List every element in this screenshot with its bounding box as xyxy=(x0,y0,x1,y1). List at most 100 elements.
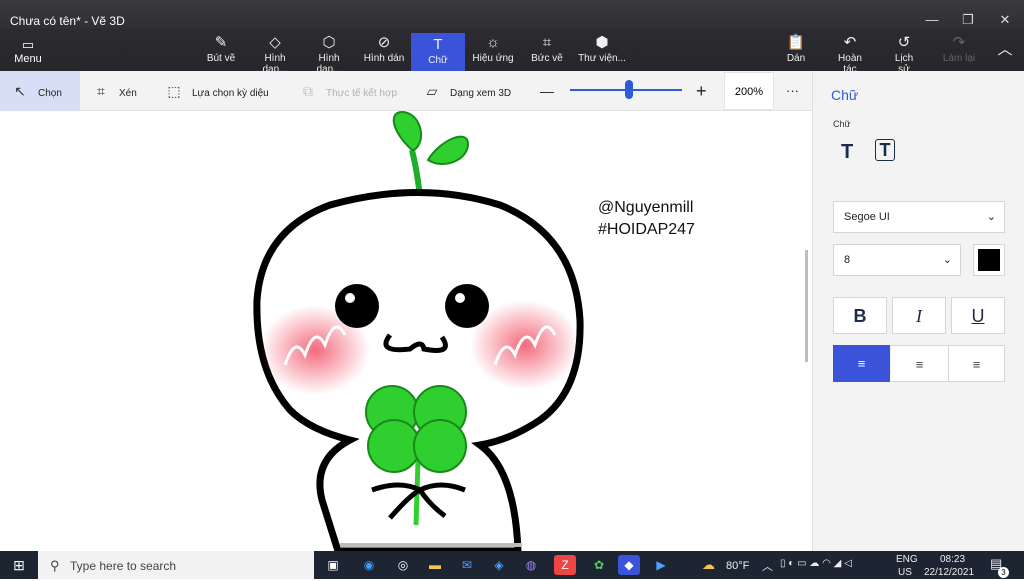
search-placeholder: Type here to search xyxy=(70,559,177,573)
font-dropdown[interactable]: Segoe UI ⌄ xyxy=(833,201,1005,233)
app-icon[interactable]: ◎ xyxy=(392,555,414,575)
canvas-icon: ⌗ xyxy=(542,34,552,51)
crop-icon: ⌗ xyxy=(97,83,105,99)
zoom-app-icon[interactable]: ▶ xyxy=(650,555,672,575)
toolbar: ↖ Chọn ⌗ Xén ⬚ Lựa chọn kỳ diệu ⧉ Thực tế kế… xyxy=(0,71,812,111)
size-dropdown[interactable]: 8 ⌄ xyxy=(833,244,961,276)
tray-icons[interactable]: ▯ ◐ ▭ ☁ ◠ ◢ ◁ xyxy=(780,558,852,569)
italic-button[interactable]: I xyxy=(892,297,946,334)
clock-time[interactable]: 08:23 xyxy=(940,554,965,565)
panel-subtitle: Chữ xyxy=(833,119,851,129)
clock-date[interactable]: 22/12/2021 xyxy=(924,567,974,578)
color-swatch xyxy=(978,249,1000,271)
text-tab[interactable]: T Chữ xyxy=(411,33,465,71)
zoom-out-button[interactable]: — xyxy=(540,71,554,111)
close-button[interactable]: ✕ xyxy=(995,10,1015,30)
minimize-button[interactable]: — xyxy=(922,10,942,30)
view-3d-icon: ▱ xyxy=(426,83,438,99)
taskbar: ⊞ ⚲ Type here to search ▣ ◉ ◎ ▬ ✉ ◈ ◍ Z … xyxy=(0,551,1024,579)
2d-text-button[interactable]: T xyxy=(841,141,853,164)
redo-button[interactable]: ↷ Làm lại xyxy=(942,31,976,71)
horizontal-scrollbar[interactable] xyxy=(340,543,522,547)
align-left-button[interactable]: ≡ xyxy=(833,345,890,382)
minus-icon: — xyxy=(540,83,554,99)
3d-library-tab[interactable]: ⬢ Thư viện... xyxy=(578,31,626,71)
zoom-slider-thumb[interactable] xyxy=(625,80,634,99)
canvas-tab[interactable]: ⌗ Bức vẽ xyxy=(530,31,564,71)
region-label[interactable]: US xyxy=(898,567,912,578)
align-right-button[interactable]: ≡ xyxy=(948,345,1005,382)
ellipsis-icon: ··· xyxy=(786,83,799,98)
temperature[interactable]: 80°F xyxy=(726,560,749,572)
weather-icon[interactable]: ☁ xyxy=(702,557,715,573)
magic-select-tool[interactable]: ⬚ Lựa chọn kỳ diệu xyxy=(166,71,276,111)
bold-button[interactable]: B xyxy=(833,297,887,334)
redo-icon: ↷ xyxy=(952,34,966,51)
tab-label: Hình dán xyxy=(363,53,405,64)
cursor-icon: ↖ xyxy=(14,83,26,99)
tab-label: Thư viện... xyxy=(578,53,626,64)
language-label[interactable]: ENG xyxy=(896,554,918,565)
tool-label: Lựa chọn kỳ diệu xyxy=(192,88,269,99)
vertical-scrollbar[interactable] xyxy=(805,250,808,362)
mixed-reality-tool[interactable]: ⧉ Thực tế kết hợp xyxy=(300,71,410,111)
messenger-icon[interactable]: ◍ xyxy=(520,555,542,575)
windows-start-icon[interactable]: ⊞ xyxy=(8,555,30,575)
align-right-icon: ≡ xyxy=(972,357,981,372)
text-side-panel: Chữ Chữ T T Segoe UI ⌄ 8 ⌄ B I U ≡ ≡ ≡ xyxy=(812,71,1024,551)
stickers-tab[interactable]: ⊘ Hình dán xyxy=(362,31,406,71)
3d-shapes-tab[interactable]: ⬡ Hình dạn... xyxy=(305,31,353,75)
chevron-down-icon: ⌄ xyxy=(986,211,996,223)
underline-button[interactable]: U xyxy=(951,297,1005,334)
more-options-button[interactable]: ··· xyxy=(786,71,804,111)
effects-tab[interactable]: ☼ Hiệu ứng xyxy=(472,31,514,71)
search-icon: ⚲ xyxy=(50,558,60,573)
plus-icon: + xyxy=(696,81,707,101)
select-tool[interactable]: ↖ Chọn xyxy=(0,71,80,111)
game-icon[interactable]: ✿ xyxy=(588,555,610,575)
tab-label: Hiệu ứng xyxy=(472,53,514,64)
edge-icon[interactable]: ◉ xyxy=(358,555,380,575)
zoom-in-button[interactable]: + xyxy=(696,71,712,111)
cube-icon: ⬡ xyxy=(322,34,336,51)
align-left-icon: ≡ xyxy=(857,356,866,371)
undo-button[interactable]: ↶ Hoàn tác xyxy=(830,31,870,75)
mail-icon[interactable]: ✉ xyxy=(456,555,478,575)
brushes-tab[interactable]: ✎ Bút vẽ xyxy=(203,31,239,71)
panel-title: Chữ xyxy=(831,87,859,103)
tool-label: Chọn xyxy=(38,88,62,99)
canvas-text-line1[interactable]: @Nguyenmill xyxy=(598,199,693,217)
zoom-value[interactable]: 200% xyxy=(724,72,774,110)
magic-select-icon: ⬚ xyxy=(167,83,181,99)
button-label: Làm lại xyxy=(942,53,976,64)
ribbon: ▭ Menu ✎ Bút vẽ ◇ Hình dạn... ⬡ Hình dạn...… xyxy=(0,29,1024,75)
align-center-button[interactable]: ≡ xyxy=(891,345,948,382)
2d-shapes-tab[interactable]: ◇ Hình dạn... xyxy=(251,31,299,75)
window-title: Chưa có tên* - Vẽ 3D xyxy=(10,14,125,28)
3d-view-tool[interactable]: ▱ Dạng xem 3D xyxy=(424,71,524,111)
tab-label: Bức vẽ xyxy=(531,53,563,64)
collapse-ribbon-button[interactable]: ︿ xyxy=(994,31,1016,71)
history-button[interactable]: ↺ Lịch sử xyxy=(888,31,920,75)
taskbar-search[interactable]: ⚲ Type here to search xyxy=(38,551,314,579)
sun-icon: ☼ xyxy=(486,34,500,51)
3d-text-button[interactable]: T xyxy=(875,139,895,161)
canvas-text-line2[interactable]: #HOIDAP247 xyxy=(598,221,695,239)
dropbox-icon[interactable]: ◈ xyxy=(488,555,510,575)
color-picker[interactable] xyxy=(973,244,1005,276)
file-explorer-icon[interactable]: ▬ xyxy=(424,555,446,575)
crop-tool[interactable]: ⌗ Xén xyxy=(93,71,153,111)
restore-button[interactable]: ❐ xyxy=(958,10,978,30)
menu-button[interactable]: ▭ Menu xyxy=(10,37,46,65)
mixed-reality-icon: ⧉ xyxy=(303,83,313,99)
drawing-canvas[interactable]: @Nguyenmill #HOIDAP247 xyxy=(0,111,812,551)
notification-badge: 3 xyxy=(998,567,1009,578)
task-view-icon[interactable]: ▣ xyxy=(322,555,344,575)
character-drawing xyxy=(253,111,584,551)
history-icon: ↺ xyxy=(897,34,911,51)
paint-3d-icon[interactable]: ◆ xyxy=(618,555,640,575)
text-icon: T xyxy=(433,36,443,53)
tray-chevron-up-icon[interactable]: ︿ xyxy=(762,558,773,574)
paste-button[interactable]: 📋 Dán xyxy=(784,31,808,71)
zalo-icon[interactable]: Z xyxy=(554,555,576,575)
